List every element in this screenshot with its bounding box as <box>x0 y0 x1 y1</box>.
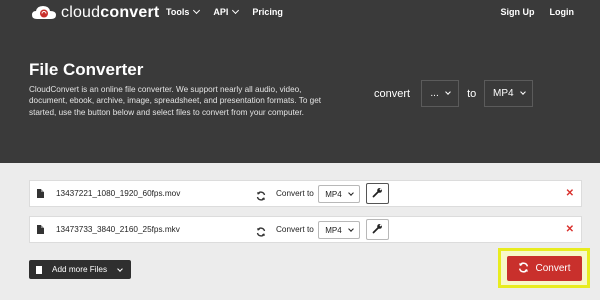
convert-to-label: Convert to <box>276 225 314 234</box>
options-button[interactable] <box>366 219 389 240</box>
file-name: 13437221_1080_1920_60fps.mov <box>56 189 181 198</box>
refresh-icon[interactable] <box>256 188 266 201</box>
file-icon <box>37 189 44 198</box>
signup-link[interactable]: Sign Up <box>501 7 535 17</box>
brand-name-bold: convert <box>100 4 160 21</box>
chevron-down-icon <box>519 89 526 95</box>
convert-label: convert <box>374 87 411 100</box>
from-format-value: ... <box>430 88 439 99</box>
add-more-files-label: Add more Files <box>52 265 108 274</box>
to-format-value: MP4 <box>492 88 514 99</box>
chevron-down-icon <box>347 225 354 232</box>
chevron-down-icon <box>347 189 354 196</box>
chevron-down-icon <box>117 266 123 272</box>
refresh-icon <box>518 261 529 276</box>
page-title: File Converter <box>29 60 144 79</box>
output-format-select[interactable]: MP4 <box>318 221 360 239</box>
convert-to-label: Convert to <box>276 189 314 198</box>
file-name: 13473733_3840_2160_25fps.mkv <box>56 225 180 234</box>
hero-section: cloudconvert Tools API Pricing Sign Up L… <box>0 0 600 163</box>
nav-api[interactable]: API <box>213 6 240 17</box>
nav-pricing-label: Pricing <box>252 7 283 17</box>
page-description: CloudConvert is an online file converter… <box>29 85 322 117</box>
top-nav: Tools API Pricing <box>166 6 283 17</box>
remove-icon[interactable]: ✕ <box>566 224 574 235</box>
output-format-select[interactable]: MP4 <box>318 185 360 203</box>
from-format-select[interactable]: ... <box>421 80 460 107</box>
file-row: 13473733_3840_2160_25fps.mkv Convert to … <box>29 216 582 243</box>
brand-name: cloudconvert <box>61 4 159 22</box>
output-format-value: MP4 <box>325 225 342 235</box>
chevron-down-icon <box>232 6 240 15</box>
login-link[interactable]: Login <box>550 7 575 17</box>
brand-name-light: cloud <box>61 4 101 21</box>
logo[interactable]: cloudconvert <box>31 4 159 22</box>
wrench-icon <box>372 185 383 203</box>
nav-pricing[interactable]: Pricing <box>252 7 283 17</box>
file-list-area: 13437221_1080_1920_60fps.mov Convert to … <box>0 163 600 300</box>
cloud-logo-icon <box>31 5 57 21</box>
auth-links: Sign Up Login <box>501 7 575 17</box>
file-row: 13437221_1080_1920_60fps.mov Convert to … <box>29 180 582 207</box>
add-more-files-button[interactable]: Add more Files <box>29 260 131 279</box>
convert-button[interactable]: Convert <box>507 256 582 281</box>
nav-api-label: API <box>213 7 229 17</box>
nav-tools-label: Tools <box>166 7 190 17</box>
refresh-icon[interactable] <box>256 224 266 237</box>
convert-button-label: Convert <box>535 263 571 274</box>
nav-tools[interactable]: Tools <box>166 6 201 17</box>
chevron-down-icon <box>444 89 451 95</box>
file-icon <box>37 225 44 234</box>
file-plus-icon <box>36 265 42 274</box>
to-format-select[interactable]: MP4 <box>484 80 534 107</box>
output-format-value: MP4 <box>325 189 342 199</box>
format-converter: convert ... to MP4 <box>374 80 534 107</box>
wrench-icon <box>372 221 383 239</box>
options-button[interactable] <box>366 183 389 204</box>
to-label: to <box>467 87 477 100</box>
remove-icon[interactable]: ✕ <box>566 188 574 199</box>
chevron-down-icon <box>193 6 201 15</box>
